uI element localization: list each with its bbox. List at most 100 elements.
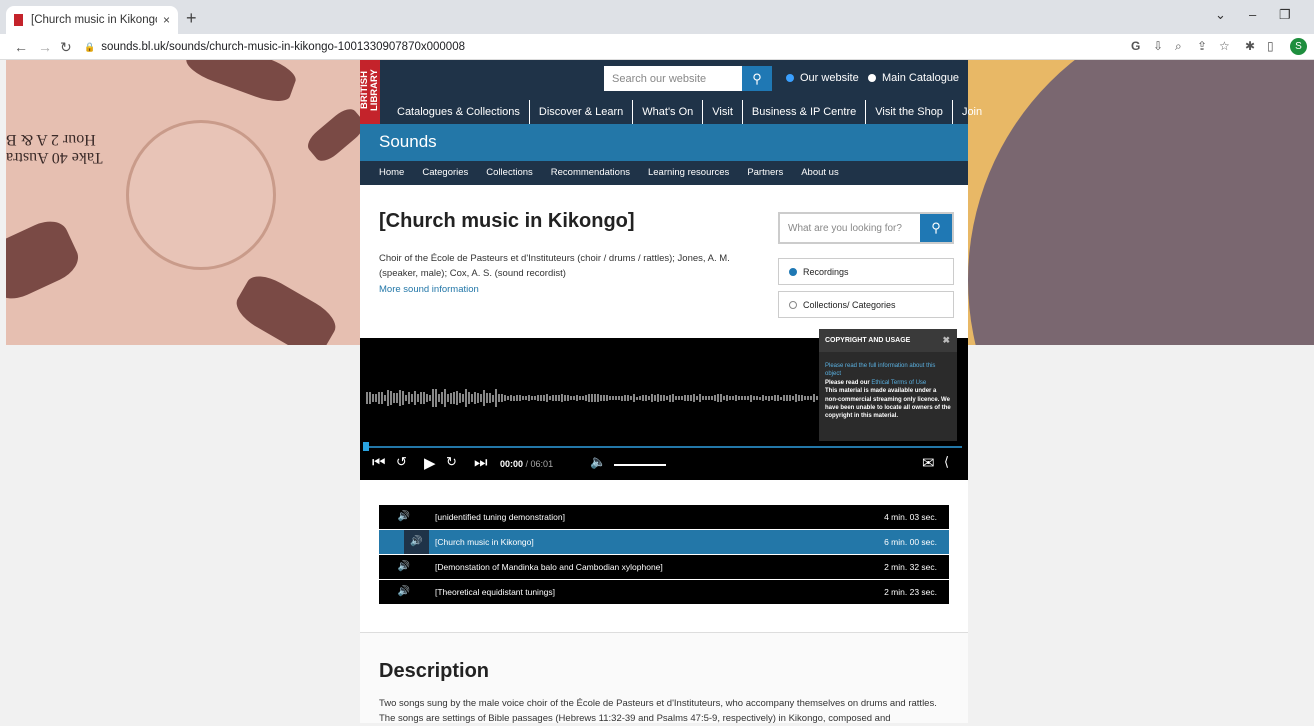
site-search-button[interactable]: ⚲ [742, 66, 772, 91]
nav-shop[interactable]: Visit the Shop [866, 100, 953, 124]
nav-catalogues[interactable]: Catalogues & Collections [388, 100, 530, 124]
track-length: 6 min. 00 sec. [884, 537, 937, 547]
track-length: 4 min. 03 sec. [884, 512, 937, 522]
subnav-home[interactable]: Home [370, 161, 413, 185]
rewind-20-icon[interactable]: ↺ [396, 454, 407, 470]
ethical-terms-link[interactable]: Ethical Terms of Use [871, 380, 926, 386]
description-text: Two songs sung by the male voice choir o… [379, 698, 937, 724]
site-header: BRITISH LIBRARY Search our website ⚲ Our… [359, 60, 982, 124]
duration: / 06:01 [525, 459, 554, 469]
recording-credits: Choir of the École de Pasteurs et d'Inst… [379, 253, 730, 279]
main-content: BRITISH LIBRARY Search our website ⚲ Our… [359, 60, 982, 724]
subnav-learning[interactable]: Learning resources [639, 161, 738, 185]
nav-whats-on[interactable]: What's On [633, 100, 704, 124]
new-tab-button[interactable]: + [186, 8, 197, 29]
lock-icon: 🔒 [84, 41, 96, 52]
volume-icon[interactable]: 🔈 [590, 454, 606, 470]
forward-20-icon[interactable]: ↻ [446, 454, 457, 470]
progress-bar[interactable] [366, 446, 962, 448]
right-banner-image [968, 60, 1314, 345]
zoom-icon[interactable]: ⌕ [1175, 39, 1182, 54]
sounds-search-button[interactable]: ⚲ [920, 214, 952, 242]
minimize-icon[interactable]: – [1249, 7, 1256, 22]
more-info-link[interactable]: More sound information [379, 284, 479, 295]
chevron-down-icon[interactable]: ⌄ [1215, 7, 1226, 23]
radio-icon [868, 74, 876, 82]
track-list: 🔊 [unidentified tuning demonstration] 4 … [379, 505, 949, 605]
install-icon[interactable]: ⇩ [1153, 39, 1163, 53]
back-icon[interactable]: ← [14, 39, 28, 55]
sounds-search-input[interactable]: What are you looking for? [780, 214, 920, 242]
subnav-partners[interactable]: Partners [738, 161, 792, 185]
nav-discover[interactable]: Discover & Learn [530, 100, 634, 124]
nav-join[interactable]: Join [953, 100, 991, 124]
tab-title: [Church music in Kikongo] - Cla: [31, 14, 157, 26]
restore-icon[interactable]: ❐ [1279, 7, 1291, 23]
url-text: sounds.bl.uk/sounds/church-music-in-kiko… [101, 41, 465, 53]
player-time: 00:00 / 06:01 [500, 459, 553, 469]
close-icon[interactable]: ✖ [942, 335, 950, 346]
radio-label: Our website [800, 72, 859, 84]
speaker-icon: 🔊 [397, 561, 411, 572]
radio-icon [789, 300, 797, 309]
track-row[interactable]: 🔊 [unidentified tuning demonstration] 4 … [379, 505, 949, 529]
radio-main-catalogue[interactable]: Main Catalogue [868, 72, 959, 84]
current-time: 00:00 [500, 459, 524, 469]
favicon-icon [14, 14, 23, 26]
share-icon[interactable]: ⟨ [944, 454, 949, 470]
forward-icon[interactable]: → [38, 39, 52, 55]
progress-handle[interactable] [363, 442, 369, 451]
subnav-collections[interactable]: Collections [477, 161, 541, 185]
subnav-about[interactable]: About us [792, 161, 848, 185]
search-icon: ⚲ [931, 220, 941, 235]
star-icon[interactable]: ☆ [1219, 39, 1230, 53]
browser-tab[interactable]: [Church music in Kikongo] - Cla: × [6, 6, 178, 34]
track-name: [Church music in Kikongo] [435, 537, 534, 547]
left-banner-image: Take 40 Austra Hour 2 A & B [6, 60, 360, 345]
track-row[interactable]: 🔊 [Theoretical equidistant tunings] 2 mi… [379, 580, 949, 604]
extensions-icon[interactable]: ✱ [1245, 39, 1255, 53]
copyright-body: Please read the full information about t… [819, 352, 957, 438]
top-nav: Catalogues & Collections Discover & Lear… [388, 100, 991, 124]
browser-tab-bar: [Church music in Kikongo] - Cla: × + ⌄ –… [0, 0, 1314, 34]
google-icon[interactable]: G [1131, 39, 1140, 53]
reload-icon[interactable]: ↻ [60, 39, 72, 56]
speaker-icon: 🔊 [397, 586, 411, 597]
option-label: Recordings [803, 266, 849, 277]
subnav-recommendations[interactable]: Recommendations [542, 161, 639, 185]
subnav-categories[interactable]: Categories [413, 161, 477, 185]
close-tab-icon[interactable]: × [163, 13, 170, 27]
skip-forward-icon[interactable]: ⏭ [474, 454, 488, 471]
play-icon[interactable]: ▶ [424, 454, 436, 472]
nav-business[interactable]: Business & IP Centre [743, 100, 867, 124]
option-collections[interactable]: Collections/ Categories [778, 291, 954, 318]
description-heading: Description [379, 660, 490, 682]
url-field[interactable]: 🔒 sounds.bl.uk/sounds/church-music-in-ki… [84, 37, 1124, 57]
track-name: [unidentified tuning demonstration] [435, 512, 565, 522]
email-icon[interactable]: ✉ [922, 454, 935, 472]
sidepanel-icon[interactable]: ▯ [1267, 39, 1274, 53]
section-title[interactable]: Sounds [360, 124, 968, 161]
nav-visit[interactable]: Visit [703, 100, 743, 124]
track-row-active[interactable]: 🔊 [Church music in Kikongo] 6 min. 00 se… [379, 530, 949, 554]
option-recordings[interactable]: Recordings [778, 258, 954, 285]
profile-avatar[interactable]: S [1290, 38, 1307, 55]
option-label: Collections/ Categories [803, 299, 896, 310]
site-search-input[interactable]: Search our website [604, 66, 742, 91]
volume-slider[interactable] [614, 464, 666, 466]
track-row[interactable]: 🔊 [Demonstation of Mandinka balo and Cam… [379, 555, 949, 579]
radio-our-website[interactable]: Our website [786, 72, 859, 84]
page-title: [Church music in Kikongo] [379, 210, 635, 232]
radio-label: Main Catalogue [882, 72, 960, 84]
copyright-text: This material is made available under a … [825, 388, 951, 420]
full-info-link[interactable]: Please read the full information about t… [825, 362, 951, 379]
reversed-label-text: Take 40 Austra Hour 2 A & B [6, 131, 103, 166]
tape-reel-image [126, 120, 276, 270]
share-icon[interactable]: ⇪ [1197, 39, 1207, 53]
british-library-logo[interactable]: BRITISH LIBRARY [359, 60, 380, 124]
skip-back-icon[interactable]: ⏮ [372, 454, 386, 471]
track-name: [Demonstation of Mandinka balo and Cambo… [435, 562, 663, 572]
radio-selected-icon [789, 267, 797, 276]
copyright-title: COPYRIGHT AND USAGE [825, 337, 911, 344]
track-length: 2 min. 23 sec. [884, 587, 937, 597]
